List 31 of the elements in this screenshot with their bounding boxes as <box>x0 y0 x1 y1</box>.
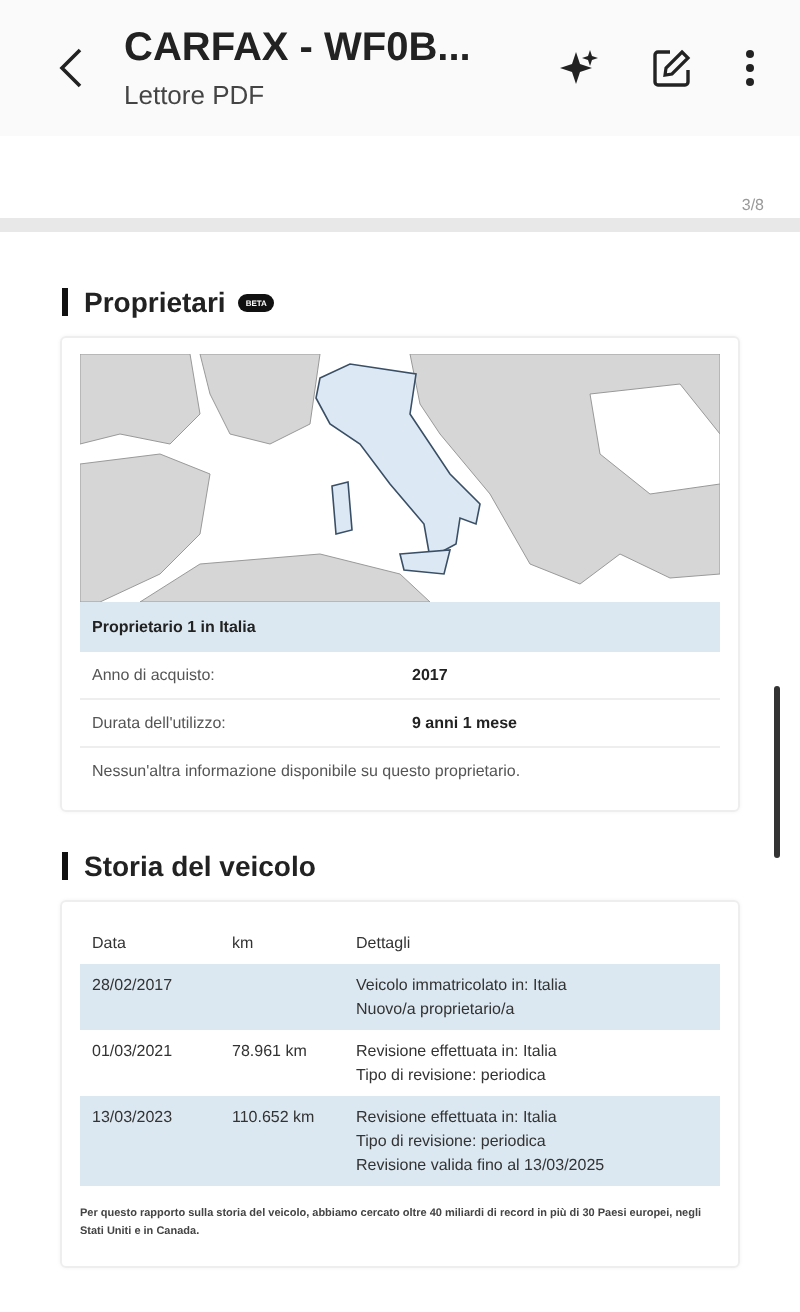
detail-text: Revisione valida fino al 13/03/2025 <box>356 1156 607 1174</box>
column-header: Data <box>92 934 128 952</box>
sparkle-icon[interactable] <box>560 48 600 88</box>
owner-note: Nessun'altra informazione disponibile su questo proprietario. <box>92 762 521 780</box>
field-value: 9 anni 1 mese <box>412 714 517 732</box>
detail-text: Tipo di revisione: periodica <box>356 1066 548 1084</box>
detail-text: Veicolo immatricolato in: Italia <box>356 976 569 994</box>
detail-text: Revisione effettuata in: Italia <box>356 1042 559 1060</box>
column-header: Dettagli <box>356 934 413 952</box>
section-title: Proprietari <box>84 286 226 318</box>
field-value: 2017 <box>412 666 448 684</box>
detail-text: Nuovo/a proprietario/a <box>356 1000 517 1018</box>
km-cell-text: 110.652 km <box>232 1108 317 1130</box>
owner-heading: Proprietario 1 in Italia <box>80 602 720 652</box>
km-cell-text: 78.961 km <box>232 1042 309 1064</box>
date-cell-text: 28/02/2017 <box>92 976 175 998</box>
date-cell-text: 13/03/2023 <box>92 1108 175 1130</box>
edit-icon[interactable] <box>652 48 692 88</box>
page-indicator: 3/8 <box>741 196 764 214</box>
field-label: Anno di acquisto: <box>92 666 217 684</box>
date-cell-text: 01/03/2021 <box>92 1042 175 1064</box>
scrollbar[interactable] <box>774 686 780 858</box>
field-label: Durata dell'utilizzo: <box>92 714 228 732</box>
app-subtitle: Lettore PDF <box>124 80 267 110</box>
document-title: CARFAX - WF0B... <box>124 26 473 72</box>
more-icon[interactable] <box>744 48 756 88</box>
column-header: km <box>232 934 256 952</box>
back-icon[interactable] <box>56 46 84 90</box>
section-title: Storia del veicolo <box>84 850 316 882</box>
detail-text: Tipo di revisione: periodica <box>356 1132 548 1150</box>
detail-text: Revisione effettuata in: Italia <box>356 1108 559 1126</box>
